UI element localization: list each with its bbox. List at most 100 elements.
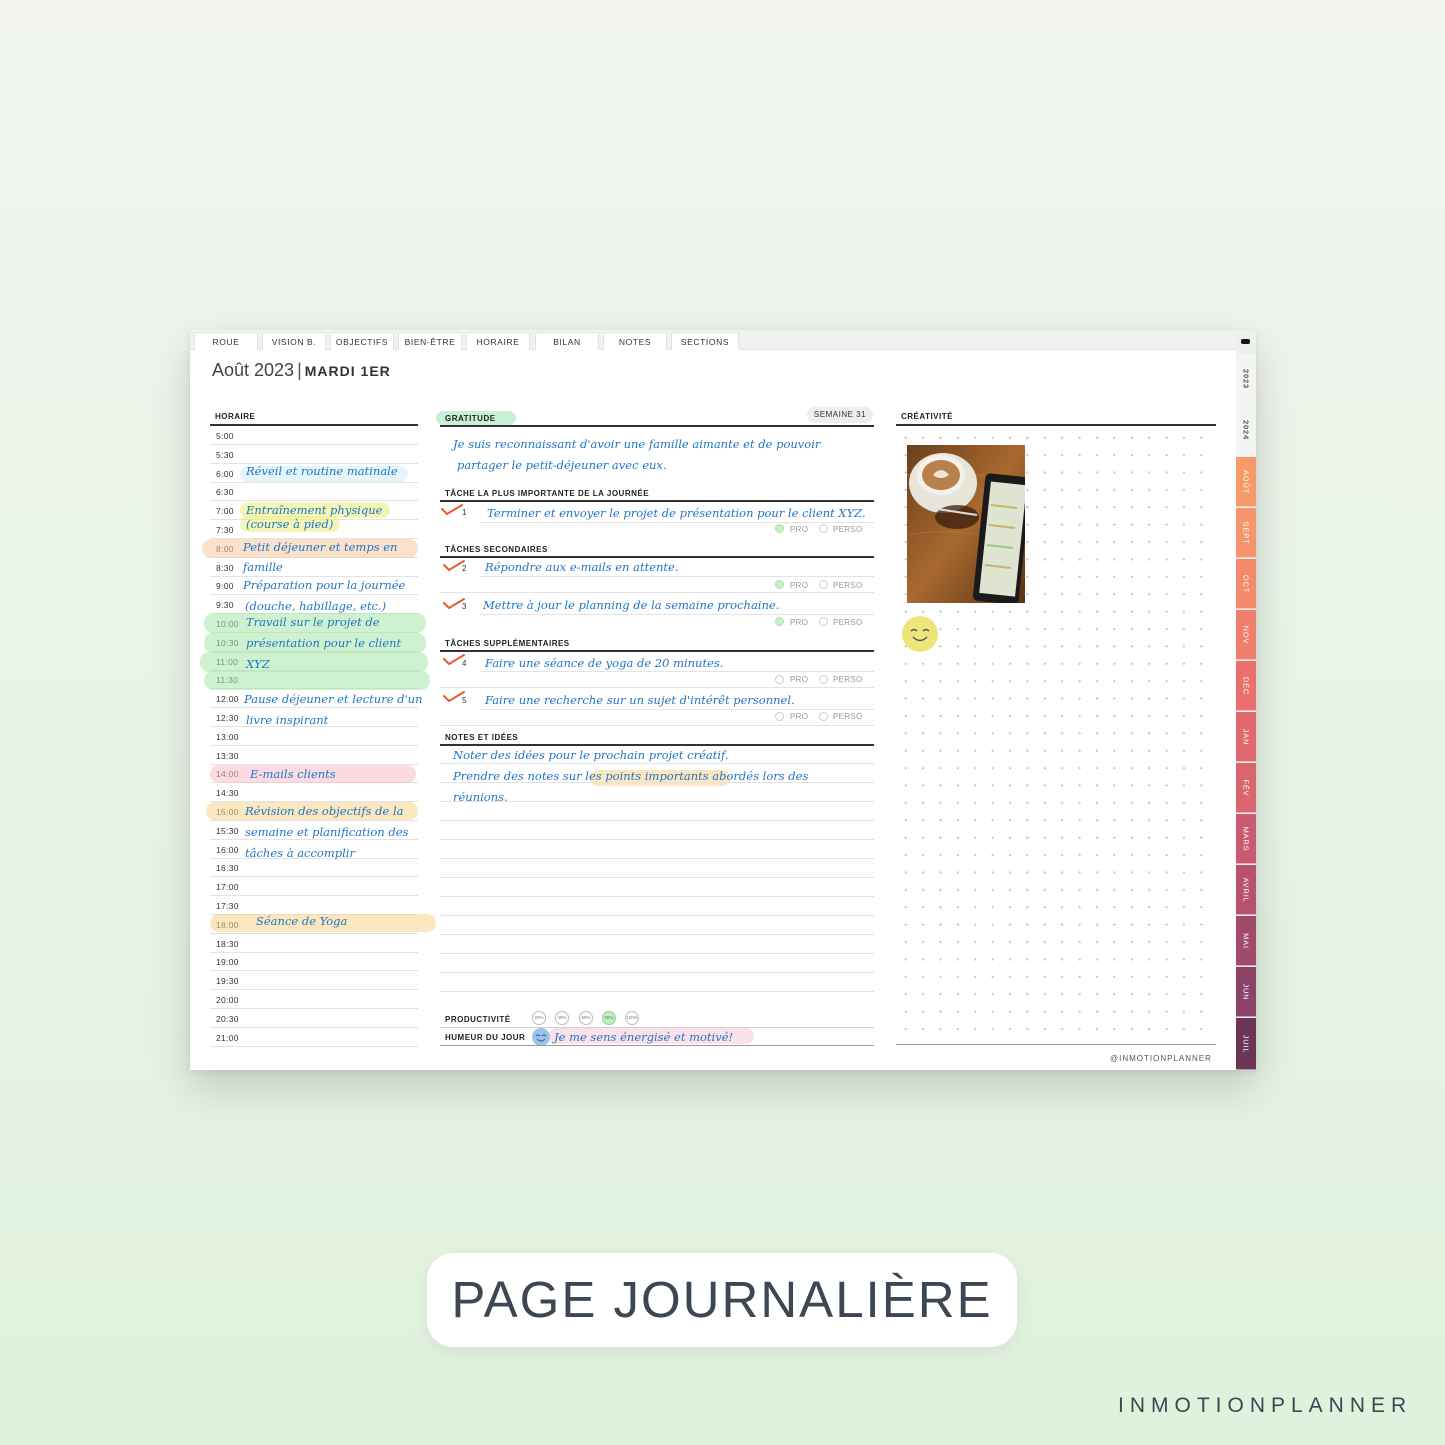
main-task-heading: TÂCHE LA PLUS IMPORTANTE DE LA JOURNÉE <box>445 489 650 498</box>
coffee-photo-image <box>907 445 1025 603</box>
task-rule <box>440 592 874 593</box>
side-tab-dec[interactable]: DÉC <box>1236 661 1256 711</box>
mood-text: Je me sens énergisé et motivé! <box>554 1030 734 1044</box>
time-slot-label: 16:30 <box>216 863 239 874</box>
schedule-entry: Travail sur le projet de <box>246 615 380 629</box>
side-tab-jun[interactable]: JUN <box>1236 967 1256 1017</box>
productivity-label: PRODUCTIVITÉ <box>445 1015 511 1024</box>
productivity-80[interactable]: 80% <box>602 1011 616 1025</box>
schedule-entry: Entraînement physique <box>246 503 383 517</box>
gratitude-heading: GRATITUDE <box>445 414 496 423</box>
side-tab-aout[interactable]: AOÛT <box>1236 457 1256 507</box>
tab-bilan[interactable]: BILAN <box>535 332 599 350</box>
tab-horaire[interactable]: HORAIRE <box>466 332 530 350</box>
productivity-20[interactable]: 20% <box>532 1011 546 1025</box>
time-slot-label: 15:30 <box>216 825 239 836</box>
side-tab-mai[interactable]: MAI <box>1236 916 1256 966</box>
schedule-entry: tâches à accomplir <box>245 846 355 860</box>
side-tab-sept[interactable]: SEPT <box>1236 508 1256 558</box>
time-slot-rule <box>210 876 418 878</box>
time-slot-label: 7:00 <box>216 506 234 517</box>
pro-label: PRO <box>790 675 809 684</box>
secondary-rule <box>440 556 874 558</box>
schedule-entry: Révision des objectifs de la <box>245 804 404 818</box>
task-text: Faire une séance de yoga de 20 minutes. <box>485 656 724 670</box>
tab-sections[interactable]: SECTIONS <box>671 332 739 350</box>
time-slot-label: 19:00 <box>216 957 239 968</box>
task-number: 2 <box>462 564 467 573</box>
schedule-entry: livre inspirant <box>246 713 329 727</box>
task-rule <box>480 522 874 523</box>
side-tab-avril[interactable]: AVRIL <box>1236 865 1256 915</box>
tab-vision[interactable]: VISION B. <box>262 332 326 350</box>
side-tab-2024[interactable]: 2024 <box>1236 405 1256 455</box>
time-slot-label: 17:30 <box>216 901 239 911</box>
mood-label: HUMEUR DU JOUR <box>445 1033 526 1042</box>
checkmark-icon[interactable] <box>440 502 464 516</box>
tab-objectifs[interactable]: OBJECTIFS <box>330 332 394 350</box>
perso-radio[interactable] <box>819 617 828 626</box>
notes-line: Prendre des notes sur les points importa… <box>453 769 809 783</box>
main-task-text: Terminer et envoyer le projet de présent… <box>487 506 866 520</box>
tab-roue[interactable]: ROUE <box>194 332 258 350</box>
notes-rule-line <box>440 858 874 859</box>
time-slot-rule <box>210 707 418 709</box>
side-tab-mars[interactable]: MARS <box>1236 814 1256 864</box>
page-label-pill: PAGE JOURNALIÈRE <box>427 1253 1017 1347</box>
time-slot-label: 9:00 <box>216 581 234 592</box>
side-tab-fev[interactable]: FÉV <box>1236 763 1256 813</box>
tab-bien-etre[interactable]: BIEN-ÊTRE <box>398 332 462 350</box>
pro-label: PRO <box>790 525 809 534</box>
productivity-40[interactable]: 40% <box>555 1011 569 1025</box>
perso-radio[interactable] <box>819 580 828 589</box>
schedule-entry: Petit déjeuner et temps en <box>243 540 398 554</box>
page-label: PAGE JOURNALIÈRE <box>451 1271 993 1328</box>
productivity-60[interactable]: 60% <box>579 1011 593 1025</box>
side-tab-juil[interactable]: JUIL <box>1236 1018 1256 1070</box>
schedule-heading-rule <box>210 424 418 426</box>
gratitude-rule <box>440 425 874 427</box>
time-slot-label: 12:30 <box>216 713 239 723</box>
perso-radio[interactable] <box>819 524 828 533</box>
side-tab-2023[interactable]: 2023 <box>1236 354 1256 404</box>
time-slot-label: 14:30 <box>216 788 239 799</box>
side-tab-jan[interactable]: JAN <box>1236 712 1256 762</box>
planner-page: ROUE VISION B. OBJECTIFS BIEN-ÊTRE HORAI… <box>190 330 1256 1070</box>
pro-label: PRO <box>790 618 809 627</box>
coffee-photo[interactable] <box>907 445 1025 603</box>
perso-label: PERSO <box>833 618 863 627</box>
notes-heading: NOTES ET IDÉES <box>445 733 519 742</box>
time-slot-label: 20:00 <box>216 995 239 1005</box>
time-slot-label: 20:30 <box>216 1013 239 1024</box>
productivity-100[interactable]: 100% <box>625 1011 639 1025</box>
pro-radio[interactable] <box>775 712 784 721</box>
pro-radio[interactable] <box>775 580 784 589</box>
task-rule <box>480 614 874 615</box>
pro-radio[interactable] <box>775 617 784 626</box>
notes-rule-line <box>440 877 874 878</box>
schedule-entry: famille <box>243 560 283 574</box>
extra-rule <box>440 650 874 652</box>
page-title: Août 2023 | MARDI 1ER <box>212 360 391 381</box>
task-number: 1 <box>462 508 467 517</box>
tab-notes[interactable]: NOTES <box>603 332 667 350</box>
schedule-entry: Pause déjeuner et lecture d'un <box>244 692 423 706</box>
pro-radio[interactable] <box>775 675 784 684</box>
gratitude-line: Je suis reconnaissant d'avoir une famill… <box>453 437 821 451</box>
schedule-entry: Réveil et routine matinale <box>246 464 398 478</box>
week-badge: SEMAINE 31 <box>807 407 873 423</box>
side-tab-oct[interactable]: OCT <box>1236 559 1256 609</box>
bookmark-icon[interactable] <box>1241 339 1250 344</box>
notes-line: Noter des idées pour le prochain projet … <box>453 748 729 762</box>
side-tab-nov[interactable]: NOV <box>1236 610 1256 660</box>
perso-label: PERSO <box>833 581 863 590</box>
perso-radio[interactable] <box>819 712 828 721</box>
time-slot-rule <box>210 1008 418 1009</box>
pro-radio[interactable] <box>775 524 784 533</box>
smiley-sticker-icon[interactable] <box>901 615 939 653</box>
main-task-rule <box>440 500 874 502</box>
perso-radio[interactable] <box>819 675 828 684</box>
day-label: MARDI 1ER <box>304 363 391 379</box>
notes-rule-line <box>440 934 874 935</box>
time-slot-label: 6:30 <box>216 487 234 498</box>
